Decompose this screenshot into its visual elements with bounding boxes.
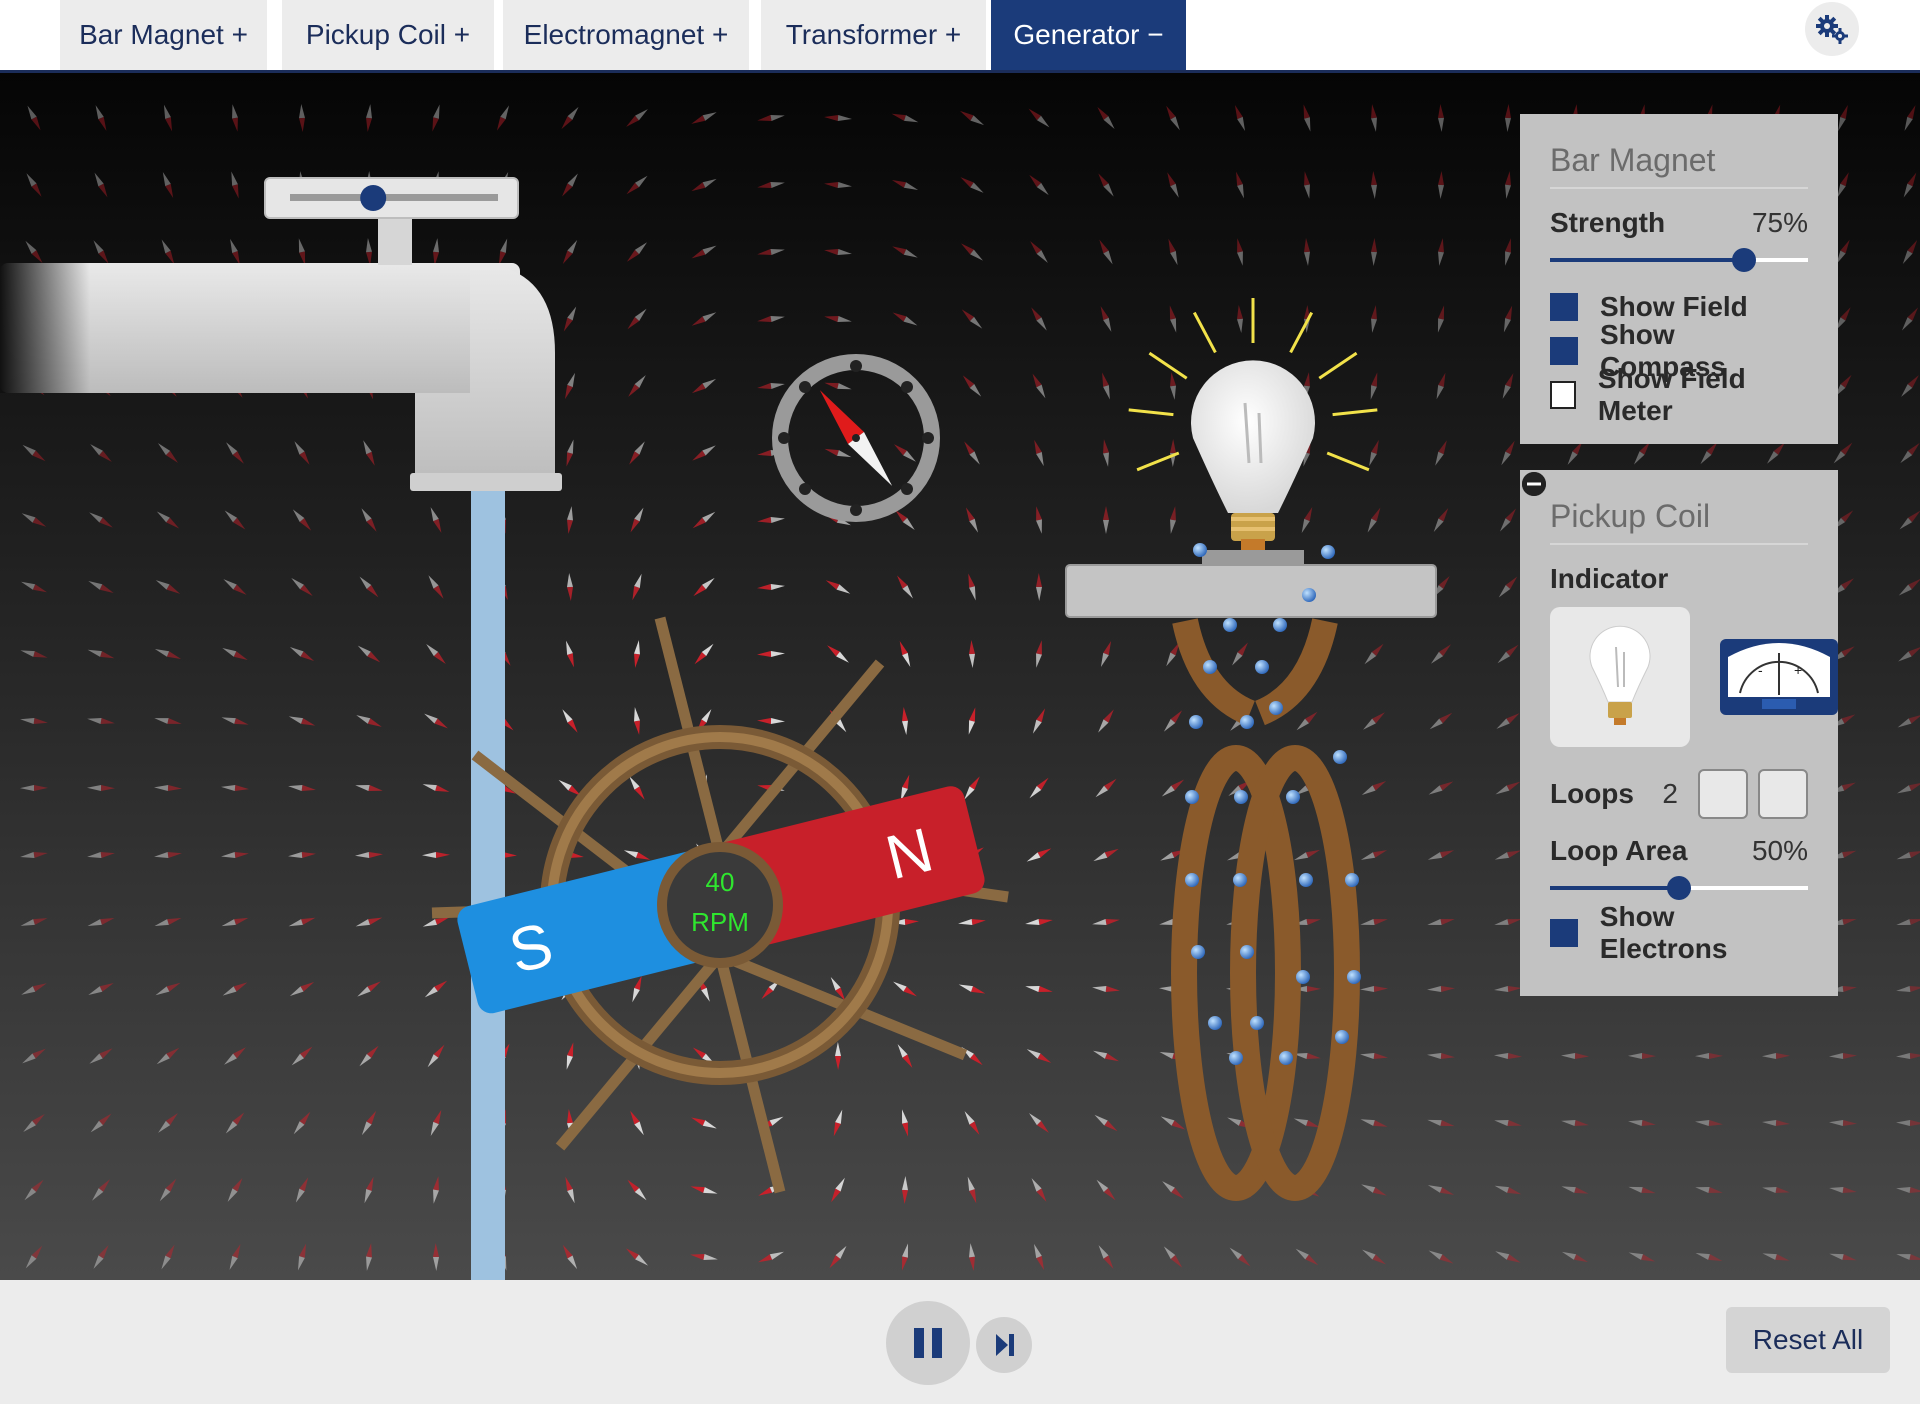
pickup-coil-panel-title: Pickup Coil (1550, 470, 1808, 545)
bar-magnet-panel-title: Bar Magnet (1550, 114, 1808, 189)
show-electrons-box[interactable] (1550, 919, 1578, 947)
strength-slider-fill (1550, 258, 1744, 262)
electron (1269, 701, 1283, 715)
tab-generator[interactable]: Generator − (991, 0, 1186, 70)
loops-value: 2 (1662, 778, 1678, 809)
electron (1240, 715, 1254, 729)
electron (1296, 970, 1310, 984)
minus-icon (1522, 472, 1546, 496)
tab-bar: Bar Magnet + Pickup Coil + Electromagnet… (0, 0, 1920, 73)
electron (1299, 873, 1313, 887)
electron (1279, 1051, 1293, 1065)
pause-button[interactable] (886, 1301, 970, 1385)
show-compass-box[interactable] (1550, 337, 1578, 365)
loops-decrement-button[interactable] (1522, 472, 1808, 819)
electron (1223, 618, 1237, 632)
pickup-coil-panel: Pickup Coil Indicator - + Loops 2 Loop A… (1520, 470, 1838, 996)
tab-transformer[interactable]: Transformer + (761, 0, 986, 70)
coil-platform (1065, 564, 1437, 618)
tab-electromagnet[interactable]: Electromagnet + (503, 0, 749, 70)
electron (1347, 970, 1361, 984)
faucet-control[interactable] (264, 177, 519, 219)
electron (1208, 1016, 1222, 1030)
strength-slider[interactable] (1550, 245, 1808, 275)
loop-area-slider-fill (1550, 886, 1679, 890)
loop-area-slider[interactable] (1550, 873, 1808, 903)
electron (1234, 790, 1248, 804)
tab-bar-magnet[interactable]: Bar Magnet + (60, 0, 267, 70)
indicator-lightbulb-button[interactable] (1550, 607, 1690, 747)
indicator-label: Indicator (1550, 563, 1669, 594)
electron (1345, 873, 1359, 887)
loop-area-value: 50% (1751, 835, 1808, 866)
show-field-meter-box[interactable] (1550, 381, 1576, 409)
strength-label: Strength (1550, 207, 1666, 238)
electron (1302, 588, 1316, 602)
strength-slider-knob[interactable] (1731, 248, 1756, 272)
show-electrons-checkbox[interactable]: Show Electrons (1550, 901, 1808, 964)
loop-area-label: Loop Area (1550, 835, 1688, 866)
pause-icon (914, 1328, 942, 1358)
strength-value: 75% (1751, 207, 1808, 238)
electron (1229, 1051, 1243, 1065)
water-stream (471, 483, 505, 1280)
step-forward-icon (996, 1334, 1014, 1356)
svg-text:-: - (1758, 662, 1763, 678)
electron (1255, 660, 1269, 674)
voltmeter-icon: - + (1720, 639, 1838, 715)
electron (1333, 750, 1347, 764)
indicator-voltmeter-button[interactable]: - + (1712, 607, 1852, 747)
svg-text:+: + (1794, 662, 1802, 678)
show-field-meter-checkbox[interactable]: Show Field Meter (1550, 363, 1808, 426)
step-forward-button[interactable] (976, 1317, 1032, 1373)
electron (1191, 945, 1205, 959)
show-field-meter-label: Show Field Meter (1597, 363, 1746, 426)
electron (1203, 660, 1217, 674)
rpm-value: 40 (706, 867, 735, 897)
electron (1273, 618, 1287, 632)
show-electrons-label: Show Electrons (1599, 901, 1728, 964)
electron (1240, 945, 1254, 959)
rpm-hub: 40 RPM (657, 842, 783, 968)
bar-magnet-panel: Bar Magnet Strength 75% Show Field Show … (1520, 114, 1838, 444)
electron (1335, 1030, 1349, 1044)
reset-all-button[interactable]: Reset All (1726, 1307, 1890, 1373)
lightbulb-icon (1589, 625, 1651, 725)
electron (1185, 790, 1199, 804)
gear-icon (1816, 15, 1848, 44)
electron (1233, 873, 1247, 887)
tab-pickup-coil[interactable]: Pickup Coil + (282, 0, 494, 70)
electron (1193, 543, 1207, 557)
electron (1185, 873, 1199, 887)
electron (1286, 790, 1300, 804)
show-field-box[interactable] (1550, 293, 1578, 321)
electron (1189, 715, 1203, 729)
rpm-unit: RPM (691, 907, 749, 937)
electron (1250, 1016, 1264, 1030)
bottom-bar: Reset All (0, 1280, 1920, 1404)
loops-increment-button[interactable] (1522, 472, 1748, 819)
electron (1321, 545, 1335, 559)
loops-label: Loops (1550, 778, 1634, 809)
simulation-area: S N 40 RPM Bar Magnet Strength 75% Show … (0, 73, 1920, 1280)
loop-area-slider-knob[interactable] (1667, 876, 1691, 900)
settings-button[interactable] (1805, 2, 1859, 56)
faucet-flow-knob[interactable] (360, 185, 387, 211)
